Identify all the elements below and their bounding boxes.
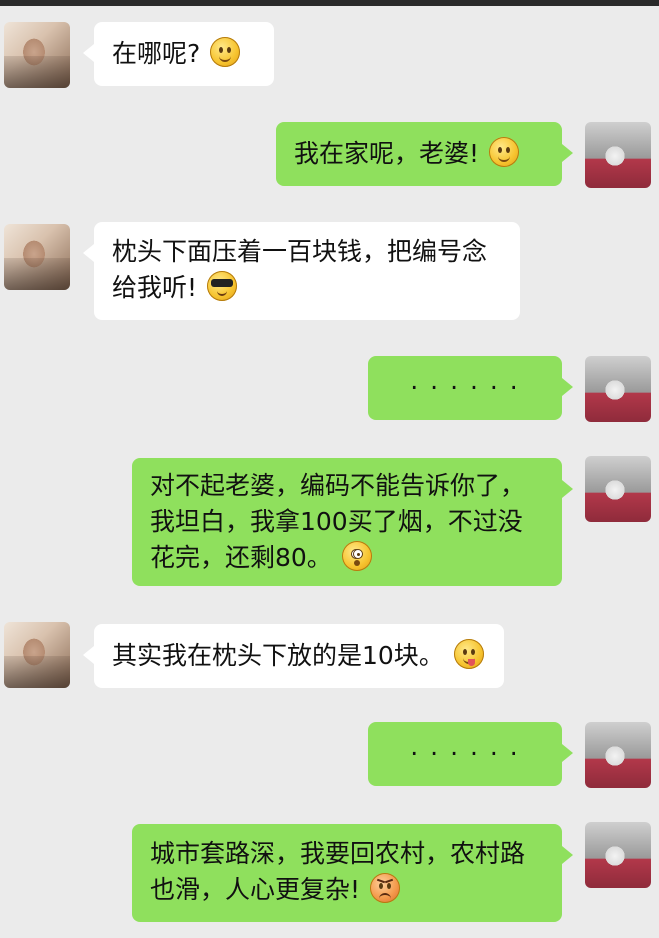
user-avatar[interactable]: [585, 822, 651, 888]
message-bubble-incoming[interactable]: 枕头下面压着一百块钱，把编号念 给我听!: [83, 222, 520, 320]
message-bubble-outgoing[interactable]: · · · · · ·: [368, 356, 573, 420]
message-bubble-incoming[interactable]: 在哪呢?: [83, 22, 274, 86]
message-bubble-outgoing[interactable]: 城市套路深，我要回农村，农村路 也滑，人心更复杂!: [132, 824, 573, 922]
user-avatar[interactable]: [585, 356, 651, 422]
message-text-line: 对不起老婆，编码不能告诉你了，: [150, 471, 526, 500]
message-text-line: 城市套路深，我要回农村，农村路: [150, 839, 526, 868]
shocked-emoji-icon: [341, 541, 372, 571]
message-text-line: 我坦白，我拿100买了烟，不过没: [150, 507, 523, 536]
user-avatar[interactable]: [585, 456, 651, 522]
tongue-emoji-icon: [453, 639, 484, 669]
angry-emoji-icon: [370, 873, 401, 903]
message-text: 在哪呢?: [112, 39, 201, 68]
user-avatar[interactable]: [585, 122, 651, 188]
ellipsis-message-text: · · · · · ·: [410, 739, 520, 768]
message-bubble-outgoing[interactable]: 我在家呢，老婆!: [276, 122, 573, 186]
message-text-line: 也滑，人心更复杂!: [150, 875, 361, 904]
message-text: 其实我在枕头下放的是10块。: [112, 641, 444, 670]
contact-avatar[interactable]: [4, 22, 70, 88]
message-text-line: 给我听!: [112, 273, 198, 302]
sunglasses-emoji-icon: [207, 271, 238, 301]
smile-emoji-icon: [489, 137, 520, 167]
message-text-line: 枕头下面压着一百块钱，把编号念: [112, 237, 488, 266]
smile-emoji-icon: [210, 37, 241, 67]
message-text-line: 花完，还剩80。: [150, 543, 332, 572]
contact-avatar[interactable]: [4, 224, 70, 290]
message-bubble-outgoing[interactable]: · · · · · ·: [368, 722, 573, 786]
user-avatar[interactable]: [585, 722, 651, 788]
status-bar-strip: [0, 0, 659, 6]
message-bubble-outgoing[interactable]: 对不起老婆，编码不能告诉你了， 我坦白，我拿100买了烟，不过没 花完，还剩80…: [132, 458, 573, 586]
ellipsis-message-text: · · · · · ·: [410, 373, 520, 402]
message-bubble-incoming[interactable]: 其实我在枕头下放的是10块。: [83, 624, 504, 688]
message-text: 我在家呢，老婆!: [294, 139, 480, 168]
contact-avatar[interactable]: [4, 622, 70, 688]
